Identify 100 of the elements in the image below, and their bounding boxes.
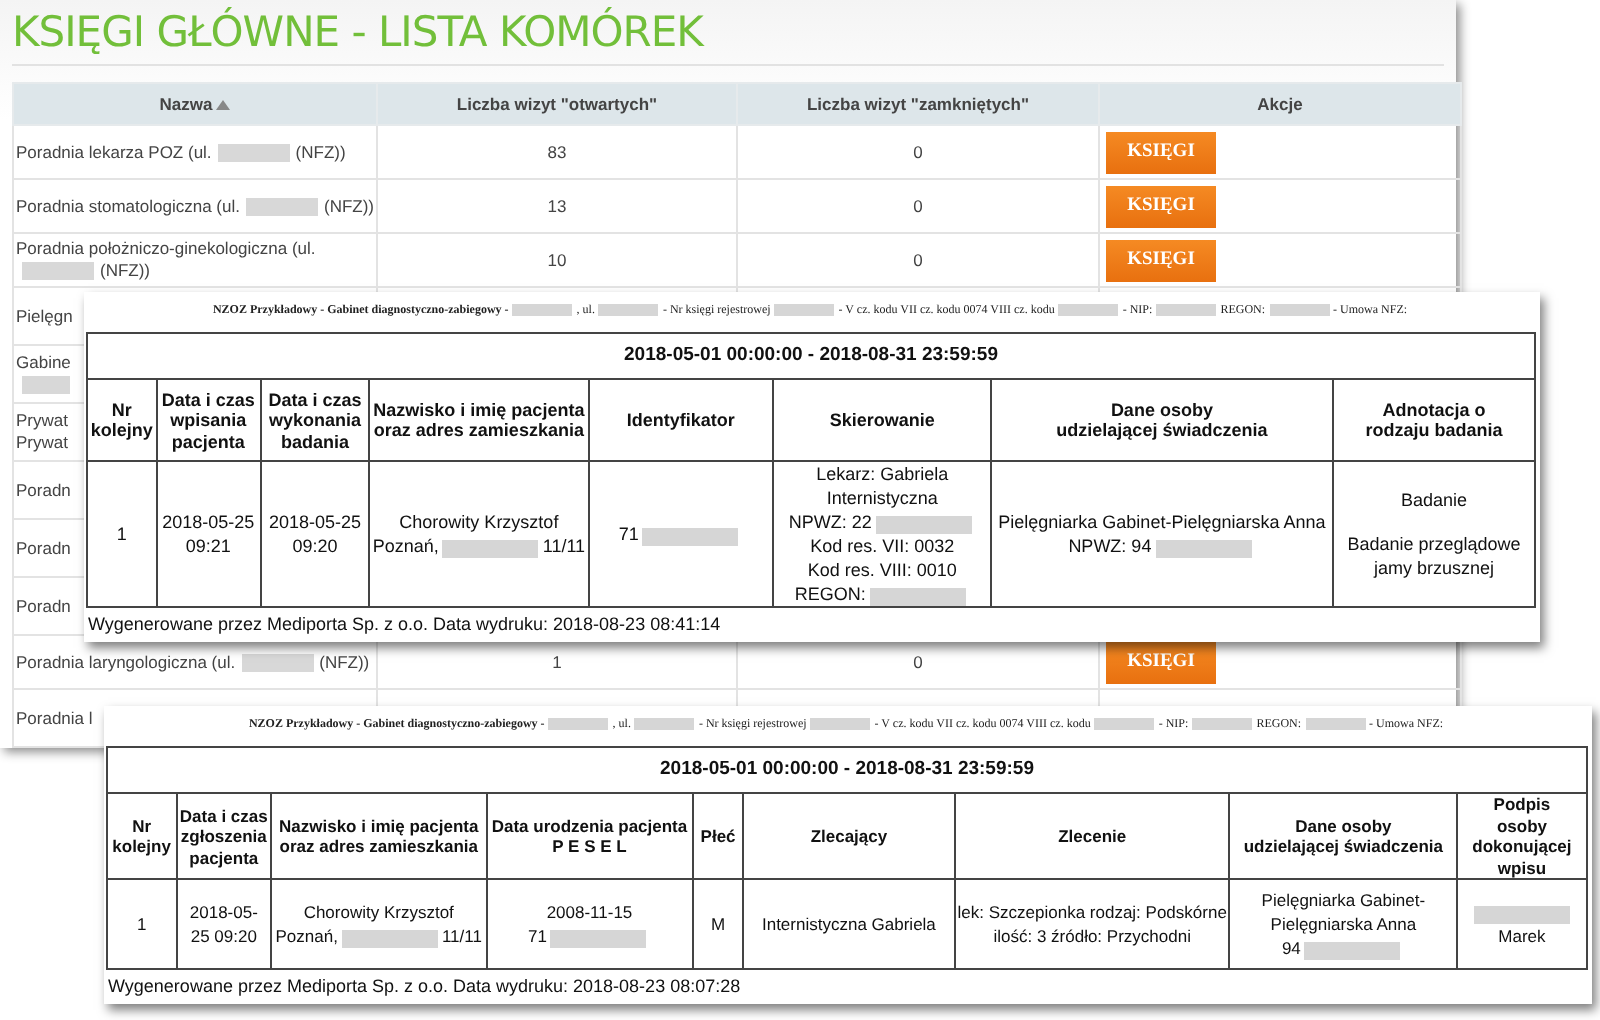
cell-text: (NFZ)): [323, 195, 374, 215]
cell-text: Marek: [1498, 926, 1546, 947]
column-header: Podpis osoby dokonującej wpisu: [1456, 793, 1587, 880]
cell-text: 09:21: [185, 536, 231, 557]
ksiegi-button[interactable]: KSIĘGI: [1106, 131, 1216, 173]
cell-text: Pielęgniarska Anna: [1270, 914, 1417, 935]
cell-text: Poznań,: [372, 536, 439, 557]
redacted-block: [548, 718, 609, 730]
cell-text: 1: [136, 914, 147, 935]
redacted-block: [22, 262, 94, 281]
report-period: 2018-05-01 00:00:00 - 2018-08-31 23:59:59: [87, 333, 1535, 380]
page-title: KSIĘGI GŁÓWNE - LISTA KOMÓREK: [10, 5, 707, 56]
cell-text: Gabine: [16, 352, 71, 372]
column-header: Data i czas zgłoszenia pacjenta: [176, 793, 272, 880]
redacted-block: [869, 587, 966, 605]
cell-text: Pielęgniarka Gabinet-: [1261, 890, 1426, 911]
cell-text: 2008-11-15: [546, 902, 633, 923]
column-header: Zlecający: [743, 793, 955, 880]
cell-text: Internistyczna Gabriela: [761, 914, 936, 935]
cell-text: 09:20: [292, 536, 338, 557]
cell-text: 71: [618, 524, 639, 545]
redacted-block: [810, 718, 871, 730]
column-header: Data i czas wpisania pacjenta: [156, 379, 261, 462]
cell-text: Badanie przeglądowe: [1347, 534, 1521, 555]
cell-text: Prywat: [16, 432, 68, 452]
cell-text: 2018-05-: [189, 902, 258, 923]
cell-text: 94: [1281, 938, 1301, 959]
redacted-block: [22, 376, 70, 395]
redacted-block: [774, 304, 835, 316]
ksiegi-button[interactable]: KSIĘGI: [1106, 239, 1216, 281]
redacted-block: [245, 197, 318, 216]
cell-text: (NFZ)): [100, 260, 151, 280]
cell-text: Poznań,: [275, 926, 338, 947]
report-period: 2018-05-01 00:00:00 - 2018-08-31 23:59:59: [107, 747, 1587, 794]
print-footer: Wygenerowane przez Mediporta Sp. z o.o. Data wydruku: 2018-08-23 08:41:14: [84, 608, 1536, 639]
redacted-block: [1304, 941, 1401, 960]
cell-text: Kod res. VIII: 0010: [807, 560, 957, 581]
ksiegi-button[interactable]: KSIĘGI: [1106, 641, 1216, 683]
cell-text: 0: [913, 142, 923, 162]
cell-text: Chorowity Krzysztof: [399, 512, 559, 533]
redacted-block: [341, 929, 438, 948]
column-header: Płeć: [692, 793, 744, 880]
cell-text: 10: [547, 250, 567, 270]
cell-text: Poradn: [16, 537, 71, 557]
cell-text: lek: Szczepionka rodzaj: Podskórne: [957, 902, 1227, 923]
redacted-block: [1155, 539, 1252, 557]
cell-text: M: [711, 914, 726, 935]
cell-text: NPWZ: 94: [1068, 536, 1152, 557]
cell-text: Badanie: [1400, 490, 1467, 511]
column-header: Nr kolejny: [87, 379, 157, 462]
cell-text: 1: [116, 524, 127, 545]
cell-text: jamy brzusznej: [1373, 558, 1494, 579]
cell-text: 0: [913, 250, 923, 270]
cell-text: 2018-05-25: [268, 512, 361, 533]
cell-text: 0: [913, 196, 923, 216]
cell-text: 11/11: [542, 536, 586, 557]
cell-text: Pielęgn: [16, 305, 73, 325]
redacted-block: [875, 515, 972, 533]
cell-text: (NFZ)): [319, 651, 370, 671]
redacted-block: [550, 929, 647, 948]
cell-text: 2018-05-25: [162, 512, 255, 533]
cell-text: Pielęgniarka Gabinet-Pielęgniarska Anna: [998, 512, 1326, 533]
redacted-block: [598, 304, 659, 316]
redacted-block: [512, 304, 573, 316]
cell-text: Lekarz: Gabriela: [816, 464, 949, 485]
column-header: Identyfikator: [588, 379, 774, 462]
cell-text: 0: [913, 652, 923, 672]
print-footer: Wygenerowane przez Mediporta Sp. z o.o. Data wydruku: 2018-08-23 08:07:28: [104, 970, 1588, 1001]
column-header: Data i czas wykonania badania: [260, 379, 370, 462]
column-header: Akcje: [1099, 83, 1461, 125]
redacted-block: [1094, 718, 1155, 730]
redacted-block: [217, 143, 290, 162]
cell-text: Poradnia l: [16, 707, 93, 727]
cell-text: Poradnia laryngologiczna (ul.: [16, 651, 236, 671]
redacted-block: [442, 539, 539, 557]
column-header: Data urodzenia pacjenta P E S E L: [486, 793, 693, 880]
column-header: Nazwisko i imię pacjenta oraz adres zamieszkania: [271, 793, 487, 880]
redacted-block: [1473, 905, 1570, 924]
column-header: Nazwisko i imię pacjenta oraz adres zamieszkania: [369, 379, 589, 462]
column-header: Zlecenie: [954, 793, 1230, 880]
column-header: Skierowanie: [773, 379, 991, 462]
cell-text: Poradnia lekarza POZ (ul.: [16, 141, 212, 161]
cell-text: 71: [528, 926, 547, 947]
cell-text: Prywat: [16, 410, 68, 430]
column-header: Dane osoby udzielającej świadczenia: [1229, 793, 1457, 880]
cell-text: Internistyczna: [826, 488, 938, 509]
redacted-block: [1305, 718, 1366, 730]
cell-text: 83: [547, 142, 567, 162]
column-header: Dane osoby udzielającej świadczenia: [990, 379, 1333, 462]
ksiegi-button[interactable]: KSIĘGI: [1106, 185, 1216, 227]
column-header-label: Nazwa: [159, 94, 213, 114]
cell-text: 25 09:20: [190, 926, 257, 947]
column-header: Liczba wizyt "zamkniętych": [737, 83, 1099, 125]
redacted-block: [1156, 304, 1217, 316]
redacted-block: [1192, 718, 1253, 730]
redacted-block: [1269, 304, 1330, 316]
redacted-block: [1058, 304, 1119, 316]
cell-text: ilość: 3 źródło: Przychodni: [993, 926, 1191, 947]
cell-text: Poradnia stomatologiczna (ul.: [16, 195, 240, 215]
cell-text: REGON:: [794, 584, 866, 605]
